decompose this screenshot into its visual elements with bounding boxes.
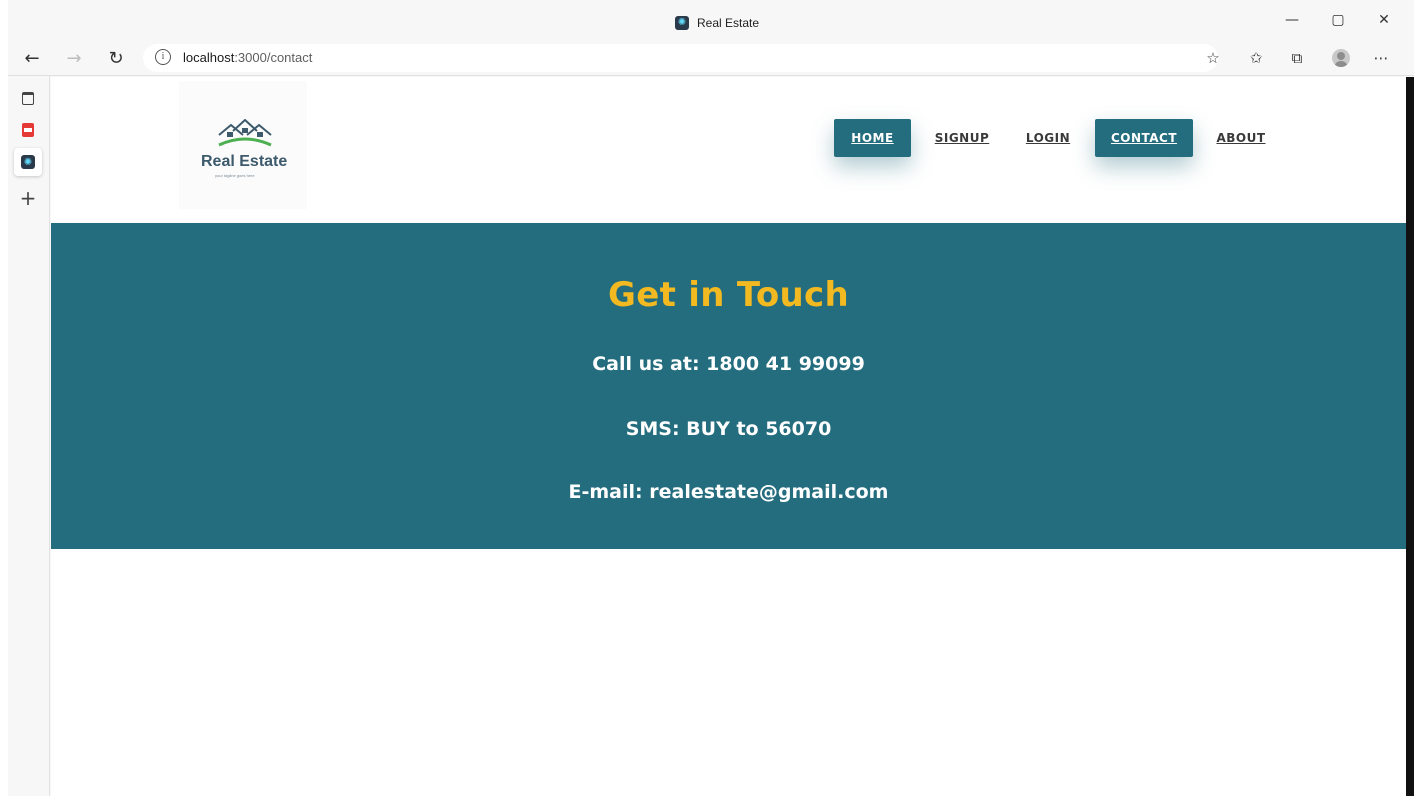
nav-login[interactable]: LOGIN <box>1022 119 1074 157</box>
title-bar: ✺ Real Estate — ▢ ✕ <box>8 0 1414 40</box>
site-logo[interactable]: Real Estate your tagline goes here <box>179 81 307 209</box>
contact-heading: Get in Touch <box>608 275 849 315</box>
more-options-icon[interactable]: ⋯ <box>1372 49 1390 67</box>
contact-email[interactable]: E-mail: realestate@gmail.com <box>51 481 1406 503</box>
logo-tagline: your tagline goes here <box>215 173 255 178</box>
minimize-icon[interactable]: — <box>1284 12 1300 28</box>
tab-pdf[interactable] <box>14 116 42 144</box>
nav-contact[interactable]: CONTACT <box>1095 119 1193 157</box>
page-viewport: Real Estate your tagline goes here HOME … <box>51 77 1406 796</box>
react-favicon-icon: ✺ <box>675 16 689 30</box>
pdf-icon <box>22 123 34 137</box>
url-path: :3000/contact <box>234 50 313 65</box>
back-arrow-icon[interactable]: ← <box>22 48 42 69</box>
window-title-group: ✺ Real Estate <box>675 16 759 30</box>
url-text[interactable]: localhost:3000/contact <box>183 50 312 65</box>
profile-avatar[interactable] <box>1332 49 1350 67</box>
nav-signup[interactable]: SIGNUP <box>931 119 993 157</box>
close-icon[interactable]: ✕ <box>1376 12 1392 28</box>
refresh-icon[interactable]: ↻ <box>106 48 126 69</box>
contact-section: Get in Touch Call us at: 1800 41 99099 S… <box>51 223 1406 549</box>
window-edge <box>1406 77 1414 796</box>
nav-home[interactable]: HOME <box>834 119 911 157</box>
url-host: localhost <box>183 50 235 65</box>
houses-logo-icon <box>218 119 272 147</box>
react-icon: ✺ <box>21 155 35 169</box>
contact-phone: Call us at: 1800 41 99099 <box>592 353 865 375</box>
browser-window: ✺ Real Estate — ▢ ✕ ← → ↻ i localhost:30… <box>0 0 1414 796</box>
restore-icon[interactable]: ▢ <box>1330 12 1346 28</box>
contact-sms: SMS: BUY to 56070 <box>625 418 832 440</box>
window-title: Real Estate <box>697 16 760 30</box>
logo-brand-text: Real Estate <box>201 153 288 170</box>
address-bar[interactable]: i localhost:3000/contact <box>143 44 1218 72</box>
new-tab-button[interactable]: + <box>14 184 42 212</box>
add-favorite-icon[interactable]: ☆ <box>1204 49 1222 67</box>
site-info-icon[interactable]: i <box>155 49 171 65</box>
nav-about[interactable]: ABOUT <box>1212 119 1270 157</box>
tab-real-estate[interactable]: ✺ <box>14 148 42 176</box>
plus-icon: + <box>19 186 37 210</box>
browser-toolbar: ← → ↻ i localhost:3000/contact ☆ ✩ ⧉ ⋯ <box>8 40 1414 76</box>
site-header: Real Estate your tagline goes here HOME … <box>51 77 1406 223</box>
tab-actions-icon <box>22 91 34 105</box>
window-controls: — ▢ ✕ <box>1284 12 1392 28</box>
tab-actions-button[interactable] <box>14 84 42 112</box>
vertical-tabs-sidebar: ✺ + <box>8 76 50 796</box>
forward-arrow-icon[interactable]: → <box>64 48 84 69</box>
favorites-icon[interactable]: ✩ <box>1247 49 1265 67</box>
collections-icon[interactable]: ⧉ <box>1288 49 1306 67</box>
